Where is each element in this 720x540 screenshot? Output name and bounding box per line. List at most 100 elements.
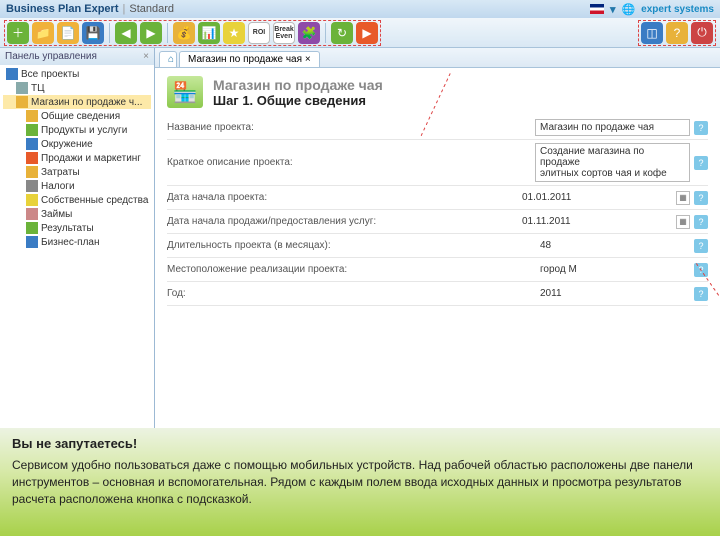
tree-item[interactable]: Бизнес-план: [3, 235, 151, 249]
field-label: Длительность проекта (в месяцах):: [167, 240, 535, 251]
field-value[interactable]: Создание магазина по продаже элитных сор…: [535, 143, 690, 182]
refresh-button[interactable]: ↻: [331, 22, 353, 44]
tree-icon: [16, 96, 28, 108]
tree-item[interactable]: Общие сведения: [3, 109, 151, 123]
tree-icon: [16, 82, 28, 94]
save-button[interactable]: 💾: [82, 22, 104, 44]
hint-button[interactable]: ?: [694, 287, 708, 301]
close-icon[interactable]: ×: [143, 51, 149, 62]
chart-button[interactable]: 📊: [198, 22, 220, 44]
tree-icon: [26, 236, 38, 248]
toolbar-aux: ◫?⏻: [638, 20, 716, 46]
tree-item[interactable]: Продажи и маркетинг: [3, 151, 151, 165]
field-label: Название проекта:: [167, 122, 535, 133]
tree-label: Продукты и услуги: [41, 125, 127, 136]
titlebar: Business Plan Expert | Standard ▾ 🌐 expe…: [0, 0, 720, 18]
money-button[interactable]: 💰: [173, 22, 195, 44]
hint-button[interactable]: ?: [694, 239, 708, 253]
field-value[interactable]: 2011: [535, 285, 690, 302]
field-row: Краткое описание проекта:Создание магази…: [167, 140, 708, 186]
tree-item[interactable]: Продукты и услуги: [3, 123, 151, 137]
brand-logo: expert systems: [641, 4, 714, 15]
tree-item[interactable]: Собственные средства: [3, 193, 151, 207]
tree-label: Налоги: [41, 181, 75, 192]
new-button[interactable]: ＋: [7, 22, 29, 44]
sep: |: [123, 3, 126, 15]
tree-icon: [6, 68, 18, 80]
tree-icon: [26, 110, 38, 122]
app-name: Business Plan Expert: [6, 3, 119, 15]
puzzle-button[interactable]: 🧩: [298, 22, 320, 44]
field-label: Год:: [167, 288, 535, 299]
flag-icon[interactable]: [590, 4, 604, 14]
field-label: Местоположение реализации проекта:: [167, 264, 535, 275]
tree-label: Затраты: [41, 167, 80, 178]
sidebar-header: Панель управления ×: [0, 48, 154, 65]
tree-label: ТЦ: [31, 83, 45, 94]
page-step: Шаг 1. Общие сведения: [213, 93, 383, 108]
tab-active[interactable]: Магазин по продаже чая ×: [179, 51, 320, 67]
tree-label: Бизнес-план: [41, 237, 99, 248]
breakeven-button[interactable]: Break Even: [273, 22, 295, 44]
hint-button[interactable]: ?: [694, 215, 708, 229]
play-button[interactable]: ▶: [356, 22, 378, 44]
field-row: Местоположение реализации проекта:город …: [167, 258, 708, 282]
separator: [109, 23, 110, 43]
main: Панель управления × Все проекты ТЦ Магазин…: [0, 48, 720, 428]
field-value[interactable]: Магазин по продаже чая: [535, 119, 690, 136]
field-row: Дата начала продажи/предоставления услуг…: [167, 210, 708, 234]
tree-icon: [26, 152, 38, 164]
hint-button[interactable]: ?: [694, 121, 708, 135]
tree-icon: [26, 208, 38, 220]
window-button[interactable]: ◫: [641, 22, 663, 44]
field-row: Длительность проекта (в месяцах):48?: [167, 234, 708, 258]
footer: Вы не запутаетесь! Сервисом удобно польз…: [0, 428, 720, 536]
separator: [325, 23, 326, 43]
tree-item[interactable]: Магазин по продаже ч...: [3, 95, 151, 109]
tree-item[interactable]: Займы: [3, 207, 151, 221]
tree-icon: [26, 180, 38, 192]
open-button[interactable]: 📁: [32, 22, 54, 44]
tab-home[interactable]: ⌂: [159, 51, 177, 67]
field-row: Дата начала проекта:01.01.2011 ▦?: [167, 186, 708, 210]
calendar-icon[interactable]: ▦: [676, 215, 690, 229]
field-value[interactable]: 01.11.2011: [517, 213, 672, 230]
sidebar: Панель управления × Все проекты ТЦ Магазин…: [0, 48, 155, 428]
field-value[interactable]: 48: [535, 237, 690, 254]
fwd-button[interactable]: ▶: [140, 22, 162, 44]
tree-icon: [26, 166, 38, 178]
tree-item[interactable]: Налоги: [3, 179, 151, 193]
tree-label: Общие сведения: [41, 111, 120, 122]
tree-item[interactable]: Затраты: [3, 165, 151, 179]
footer-title: Вы не запутаетесь!: [12, 436, 708, 451]
sidebar-title: Панель управления: [5, 51, 97, 62]
hint-button[interactable]: ?: [694, 191, 708, 205]
recent-button[interactable]: 📄: [57, 22, 79, 44]
field-value[interactable]: город М: [535, 261, 690, 278]
tree-item[interactable]: Окружение: [3, 137, 151, 151]
star-button[interactable]: ★: [223, 22, 245, 44]
hint-button[interactable]: ?: [694, 156, 708, 170]
field-value[interactable]: 01.01.2011: [517, 189, 672, 206]
project-tree: Все проекты ТЦ Магазин по продаже ч... Общи…: [0, 65, 154, 251]
roi-button[interactable]: ROI: [248, 22, 270, 44]
field-row: Год:2011?: [167, 282, 708, 306]
dropdown-icon[interactable]: ▾: [610, 3, 616, 16]
tree-item[interactable]: ТЦ: [3, 81, 151, 95]
back-button[interactable]: ◀: [115, 22, 137, 44]
help-button[interactable]: ?: [666, 22, 688, 44]
field-label: Краткое описание проекта:: [167, 157, 535, 168]
calendar-icon[interactable]: ▦: [676, 191, 690, 205]
tree-item[interactable]: Результаты: [3, 221, 151, 235]
tree-label: Продажи и маркетинг: [41, 153, 141, 164]
tree-item[interactable]: Все проекты: [3, 67, 151, 81]
tree-label: Собственные средства: [41, 195, 148, 206]
tree-label: Магазин по продаже ч...: [31, 97, 142, 108]
tree-icon: [26, 222, 38, 234]
tree-label: Окружение: [41, 139, 93, 150]
globe-icon[interactable]: 🌐: [621, 3, 635, 16]
field-label: Дата начала проекта:: [167, 192, 517, 203]
toolbar: ＋📁📄💾◀▶💰📊★ROIBreak Even🧩↻▶ ◫?⏻: [0, 18, 720, 48]
page-title: Магазин по продаже чая: [213, 77, 383, 93]
exit-button[interactable]: ⏻: [691, 22, 713, 44]
